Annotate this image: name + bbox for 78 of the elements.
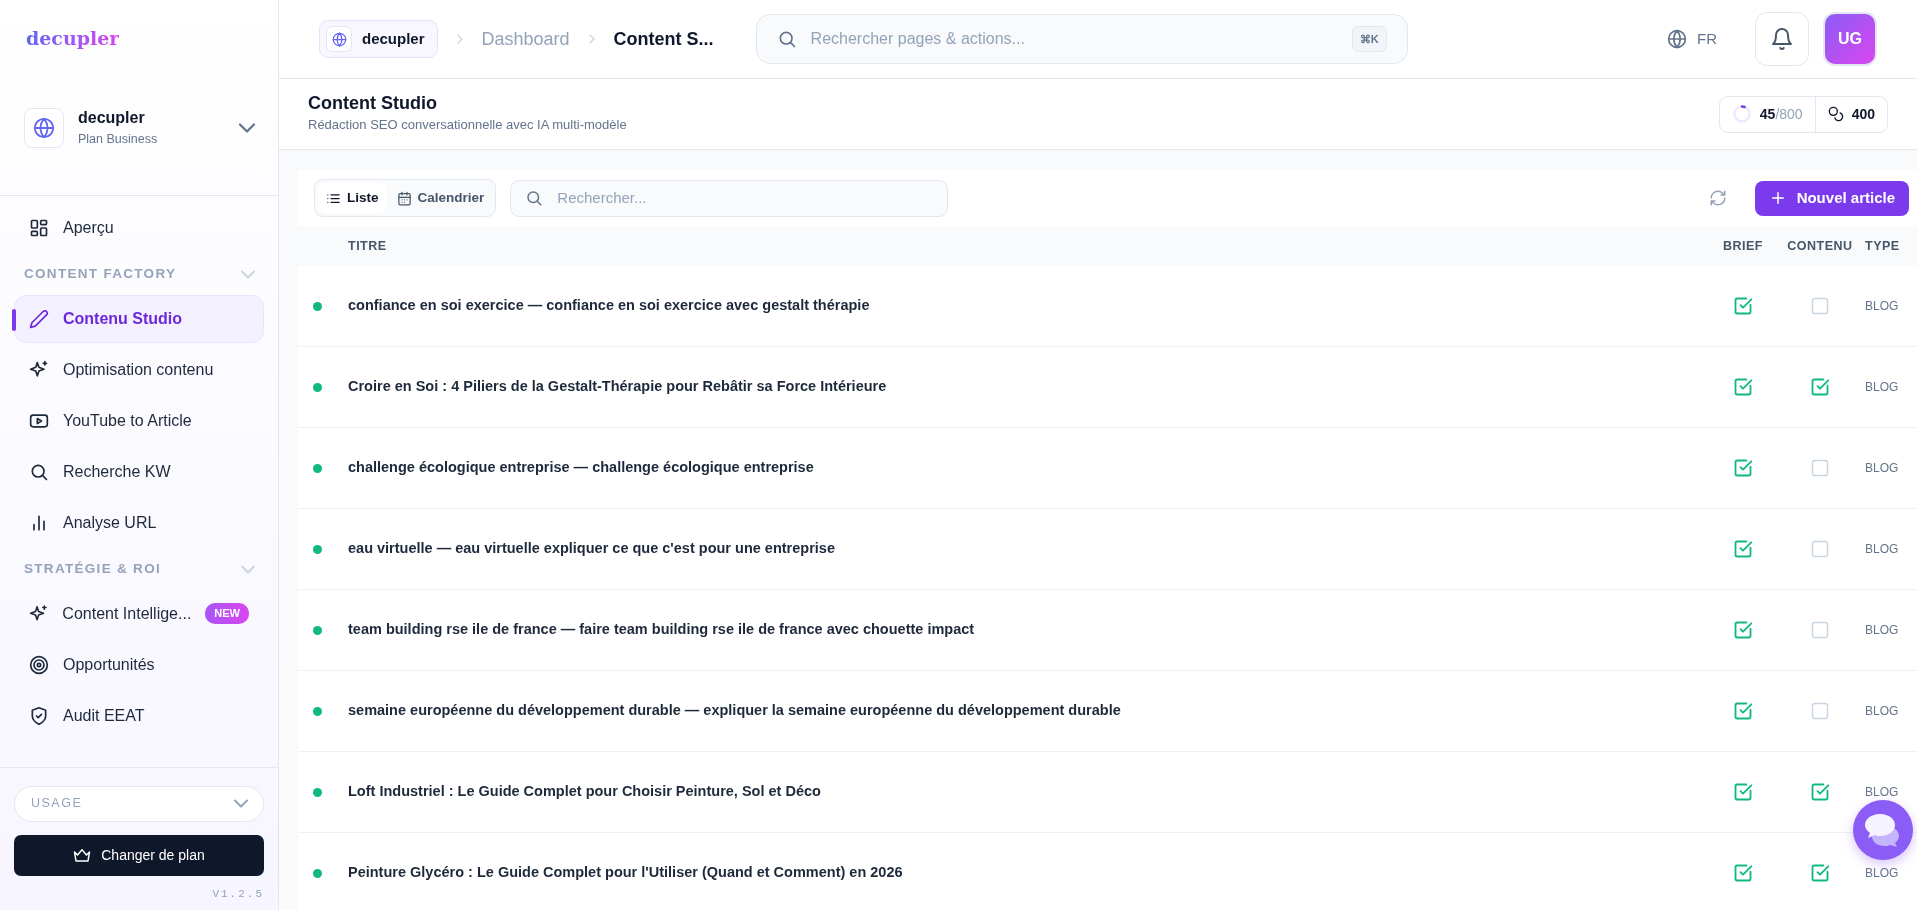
notifications-button[interactable]	[1755, 12, 1809, 66]
new-badge: NEW	[205, 603, 249, 624]
chevron-down-icon	[240, 123, 254, 132]
search-field[interactable]: Rechercher pages & actions... ⌘K	[755, 14, 1408, 64]
sidebar-item[interactable]: Aperçu	[14, 203, 264, 252]
type-label: BLOG	[1865, 460, 1900, 477]
bell-icon	[1770, 27, 1794, 51]
refresh-icon[interactable]	[1708, 189, 1727, 207]
status-dot	[313, 463, 322, 473]
page-subtitle: Rédaction SEO conversationnelle avec IA multi-modèle	[308, 116, 627, 135]
search-input[interactable]: Rechercher pages & actions...	[808, 26, 1340, 52]
status-dot	[313, 787, 322, 797]
globe-icon	[33, 116, 55, 139]
shield-check-icon	[29, 705, 49, 726]
grid-icon	[29, 217, 49, 238]
article-title[interactable]: eau virtuelle — eau virtuelle expliquer ce que c'est pour une entreprise	[348, 538, 1711, 560]
crown-icon	[73, 846, 92, 864]
workspace-name: decupler	[78, 108, 146, 129]
column-header: BRIEF	[1722, 237, 1764, 255]
article-title[interactable]: Loft Industriel : Le Guide Complet pour Choisir Peinture, Sol et Déco	[348, 781, 1711, 803]
usage-count: 45/800	[1759, 104, 1803, 124]
column-header: TITRE	[348, 237, 388, 255]
type-label: BLOG	[1865, 865, 1900, 882]
status-dot	[313, 868, 322, 878]
article-title[interactable]: team building rse ile de france — faire team building rse ile de france avec chouette impact	[348, 619, 1711, 641]
globe-icon	[331, 31, 347, 47]
plan-name: Plan Business	[78, 131, 159, 149]
sidebar-item[interactable]: YouTube to Article	[14, 396, 264, 445]
sidebar-item[interactable]: Analyse URL	[14, 498, 264, 547]
status-dot	[313, 625, 322, 635]
chevron-down-icon	[235, 800, 247, 807]
type-label: BLOG	[1865, 703, 1900, 720]
column-header: TYPE	[1865, 237, 1901, 255]
pen-icon	[29, 308, 49, 329]
current-page-crumb: Content S...	[613, 27, 714, 51]
status-dot	[313, 382, 322, 392]
language-switcher[interactable]: FR	[1661, 26, 1723, 52]
version-label: V1.2.5	[211, 886, 264, 902]
sidebar-item[interactable]: Audit EEAT	[14, 691, 264, 740]
target-icon	[29, 654, 49, 675]
user-avatar[interactable]: UG	[1823, 12, 1877, 66]
change-plan-button[interactable]: Changer de plan	[14, 834, 264, 876]
sidebar-item[interactable]: Recherche KW	[14, 447, 264, 496]
globe-icon	[1667, 29, 1687, 49]
credits-count: 400	[1851, 104, 1875, 124]
article-title[interactable]: Peinture Glycéro : Le Guide Complet pour l'Utiliser (Quand et Comment) en 2026	[348, 862, 1711, 884]
status-dot	[313, 301, 322, 311]
sidebar-item[interactable]: Contenu Studio	[14, 294, 264, 343]
coins-icon	[1827, 106, 1844, 122]
workspace-crumb[interactable]: decupler	[319, 20, 438, 58]
type-label: BLOG	[1865, 784, 1900, 801]
article-title[interactable]: confiance en soi exercice — confiance en soi exercice avec gestalt thérapie	[348, 295, 1711, 317]
article-title[interactable]: Croire en Soi : 4 Piliers de la Gestalt-Thérapie pour Rebâtir sa Force Intérieure	[348, 376, 1711, 398]
shortcut-hint: ⌘K	[1351, 25, 1387, 53]
view-tab[interactable]: Liste	[318, 182, 387, 214]
type-label: BLOG	[1865, 298, 1900, 315]
sparkles-icon	[29, 359, 49, 380]
type-label: BLOG	[1865, 541, 1900, 558]
new-article-button[interactable]: Nouvel article	[1754, 180, 1909, 216]
status-dot	[313, 544, 322, 554]
column-header: CONTENU	[1786, 237, 1854, 255]
view-tab[interactable]: Calendrier	[388, 182, 493, 214]
article-title[interactable]: challenge écologique entreprise — challenge écologique entreprise	[348, 457, 1711, 479]
workspace-selector[interactable]: decupler Plan Business	[0, 98, 278, 157]
page-title: Content Studio	[308, 93, 438, 116]
section-title: STRATÉGIE & ROI	[24, 560, 161, 579]
sidebar-item[interactable]: Opportunités	[14, 640, 264, 689]
sidebar-item[interactable]: Optimisation contenu	[14, 345, 264, 394]
sidebar-item[interactable]: Content Intellige... NEW	[14, 589, 264, 638]
type-label: BLOG	[1865, 379, 1900, 396]
search-icon	[525, 189, 544, 207]
search-input[interactable]: Rechercher...	[555, 185, 934, 211]
status-dot	[313, 706, 322, 716]
type-label: BLOG	[1865, 622, 1900, 639]
search-field[interactable]: Rechercher...	[510, 179, 949, 217]
article-title[interactable]: semaine européenne du développement durable — expliquer la semaine européenne du développement durable	[348, 700, 1711, 722]
section-title: CONTENT FACTORY	[24, 265, 177, 284]
calendar-icon	[396, 190, 412, 206]
